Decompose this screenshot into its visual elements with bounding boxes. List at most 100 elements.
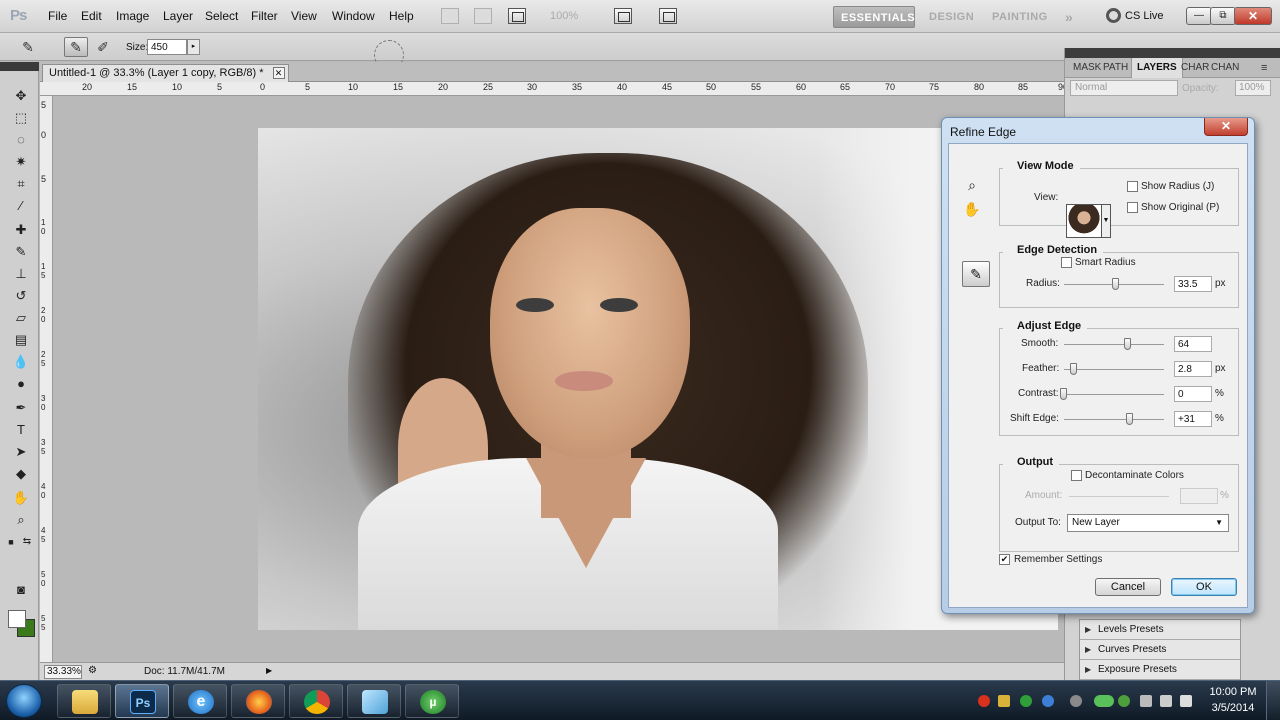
blend-mode-select[interactable]: Normal (1070, 80, 1178, 96)
status-menu-arrow[interactable]: ▶ (266, 666, 276, 678)
opacity-field[interactable]: 100% (1235, 80, 1271, 96)
show-original-checkbox[interactable] (1127, 202, 1138, 213)
zoom-percentage-field[interactable]: 33.33% (44, 665, 82, 679)
tab-character[interactable]: CHAR (1181, 62, 1209, 73)
launch-mini-bridge-icon[interactable] (474, 8, 492, 24)
tab-layers[interactable]: LAYERS (1131, 58, 1183, 78)
erase-refinements-tool-icon[interactable]: ✐ (91, 37, 115, 57)
menu-filter[interactable]: Filter (251, 9, 278, 23)
more-workspaces-button[interactable]: » (1058, 6, 1080, 28)
refine-radius-tool-icon[interactable]: ✎ (64, 37, 88, 57)
taskbar-ie-button[interactable]: e (173, 684, 227, 718)
ok-button[interactable]: OK (1171, 578, 1237, 596)
brush-tool-icon[interactable]: ✎ (10, 242, 32, 262)
tray-chrome-icon[interactable] (1042, 695, 1054, 707)
crop-tool-icon[interactable]: ⌗ (10, 174, 32, 194)
tab-paths[interactable]: PATH (1103, 62, 1128, 73)
zoom-level-display[interactable]: 100% (550, 10, 578, 22)
tray-record-icon[interactable] (978, 695, 990, 707)
list-item[interactable]: Levels Presets (1080, 620, 1240, 640)
view-mode-thumbnail[interactable] (1066, 204, 1102, 238)
quick-selection-tool-icon[interactable]: ✷ (10, 152, 32, 172)
contrast-slider-thumb[interactable] (1060, 388, 1067, 400)
radius-input[interactable]: 33.5 (1174, 276, 1212, 292)
close-window-button[interactable]: ✕ (1234, 7, 1272, 25)
marquee-tool-icon[interactable]: ⬚ (10, 108, 32, 128)
smart-radius-checkbox[interactable] (1061, 257, 1072, 268)
menu-layer[interactable]: Layer (163, 9, 193, 23)
contrast-slider-track[interactable] (1064, 394, 1164, 395)
taskbar-chrome-button[interactable] (289, 684, 343, 718)
dialog-close-button[interactable]: ✕ (1204, 118, 1248, 136)
taskbar-photoshop-button[interactable]: Ps (115, 684, 169, 718)
cancel-button[interactable]: Cancel (1095, 578, 1161, 596)
workspace-design-button[interactable]: DESIGN (922, 6, 981, 28)
eraser-tool-icon[interactable]: ▱ (10, 308, 32, 328)
path-selection-tool-icon[interactable]: ➤ (10, 442, 32, 462)
zoom-tool-icon[interactable]: ⌕ (961, 174, 983, 196)
clock-time[interactable]: 10:00 PM (1208, 686, 1258, 698)
feather-slider-thumb[interactable] (1070, 363, 1077, 375)
panel-menu-icon[interactable]: ≡ (1261, 62, 1267, 74)
smooth-input[interactable]: 64 (1174, 336, 1212, 352)
tray-utorrent-icon[interactable] (1020, 695, 1032, 707)
quick-mask-icon[interactable]: ◙ (10, 580, 32, 600)
launch-bridge-icon[interactable] (441, 8, 459, 24)
size-arrow-button[interactable]: ▸ (187, 39, 200, 55)
list-item[interactable]: Exposure Presets (1080, 660, 1240, 680)
canvas-area[interactable] (53, 96, 1064, 662)
swap-colors-icon[interactable]: ⇆ (20, 532, 34, 552)
refine-radius-tool-icon[interactable]: ✎ (962, 261, 990, 287)
remember-settings-checkbox[interactable]: ✔ (999, 554, 1010, 565)
move-tool-icon[interactable]: ✥ (10, 86, 32, 106)
feather-input[interactable]: 2.8 (1174, 361, 1212, 377)
screen-mode-icon[interactable] (659, 8, 677, 24)
shift-edge-slider-thumb[interactable] (1125, 413, 1133, 425)
menu-window[interactable]: Window (332, 9, 375, 23)
view-mode-dropdown-arrow[interactable]: ▼ (1102, 204, 1111, 238)
shift-edge-input[interactable]: +31 (1174, 411, 1212, 427)
panels-collapse-bar[interactable] (1065, 48, 1280, 58)
list-item[interactable]: Curves Presets (1080, 640, 1240, 660)
radius-slider-thumb[interactable] (1112, 278, 1119, 290)
taskbar-firefox-button[interactable] (231, 684, 285, 718)
tray-security-icon[interactable] (1118, 695, 1130, 707)
menu-edit[interactable]: Edit (81, 9, 102, 23)
tab-channels[interactable]: CHAN (1211, 62, 1239, 73)
contrast-input[interactable]: 0 (1174, 386, 1212, 402)
feather-slider-track[interactable] (1064, 369, 1164, 370)
taskbar-utorrent-button[interactable]: µ (405, 684, 459, 718)
minimize-button[interactable]: — (1186, 7, 1212, 25)
output-to-select[interactable]: New Layer ▼ (1067, 514, 1229, 532)
status-info-icon[interactable]: ⚙ (88, 665, 97, 676)
close-document-icon[interactable]: ✕ (272, 67, 285, 79)
document-image[interactable] (258, 128, 1058, 630)
menu-file[interactable]: File (48, 9, 67, 23)
tab-masks[interactable]: MASK (1073, 62, 1101, 73)
menu-select[interactable]: Select (205, 9, 238, 23)
tray-flag-icon[interactable] (1140, 695, 1152, 707)
tray-usb-icon[interactable] (1070, 695, 1082, 707)
clock-date[interactable]: 3/5/2014 (1208, 702, 1258, 714)
hand-tool-icon[interactable]: ✋ (10, 488, 32, 508)
clone-stamp-tool-icon[interactable]: ⊥ (10, 264, 32, 284)
menu-view[interactable]: View (291, 9, 317, 23)
restore-button[interactable]: ⧉ (1210, 7, 1236, 25)
tool-preset-picker-icon[interactable]: ✎ (16, 37, 40, 57)
smooth-slider-thumb[interactable] (1124, 338, 1131, 350)
tools-collapse-bar[interactable] (0, 62, 39, 71)
taskbar-notepad-button[interactable] (347, 684, 401, 718)
size-input[interactable]: 450 (147, 39, 187, 55)
workspace-essentials-button[interactable]: ESSENTIALS (833, 6, 915, 28)
decontaminate-colors-checkbox[interactable] (1071, 470, 1082, 481)
history-brush-tool-icon[interactable]: ↺ (10, 286, 32, 306)
speaker-icon[interactable] (1180, 695, 1192, 707)
show-desktop-button[interactable] (1266, 681, 1280, 720)
shape-tool-icon[interactable]: ◆ (10, 464, 32, 484)
menu-image[interactable]: Image (116, 9, 149, 23)
smooth-slider-track[interactable] (1064, 344, 1164, 345)
cs-live-button[interactable]: CS Live (1106, 8, 1164, 23)
lasso-tool-icon[interactable]: ◌ (10, 130, 32, 150)
taskbar-explorer-button[interactable] (57, 684, 111, 718)
document-tab[interactable]: Untitled-1 @ 33.3% (Layer 1 copy, RGB/8)… (42, 64, 289, 82)
